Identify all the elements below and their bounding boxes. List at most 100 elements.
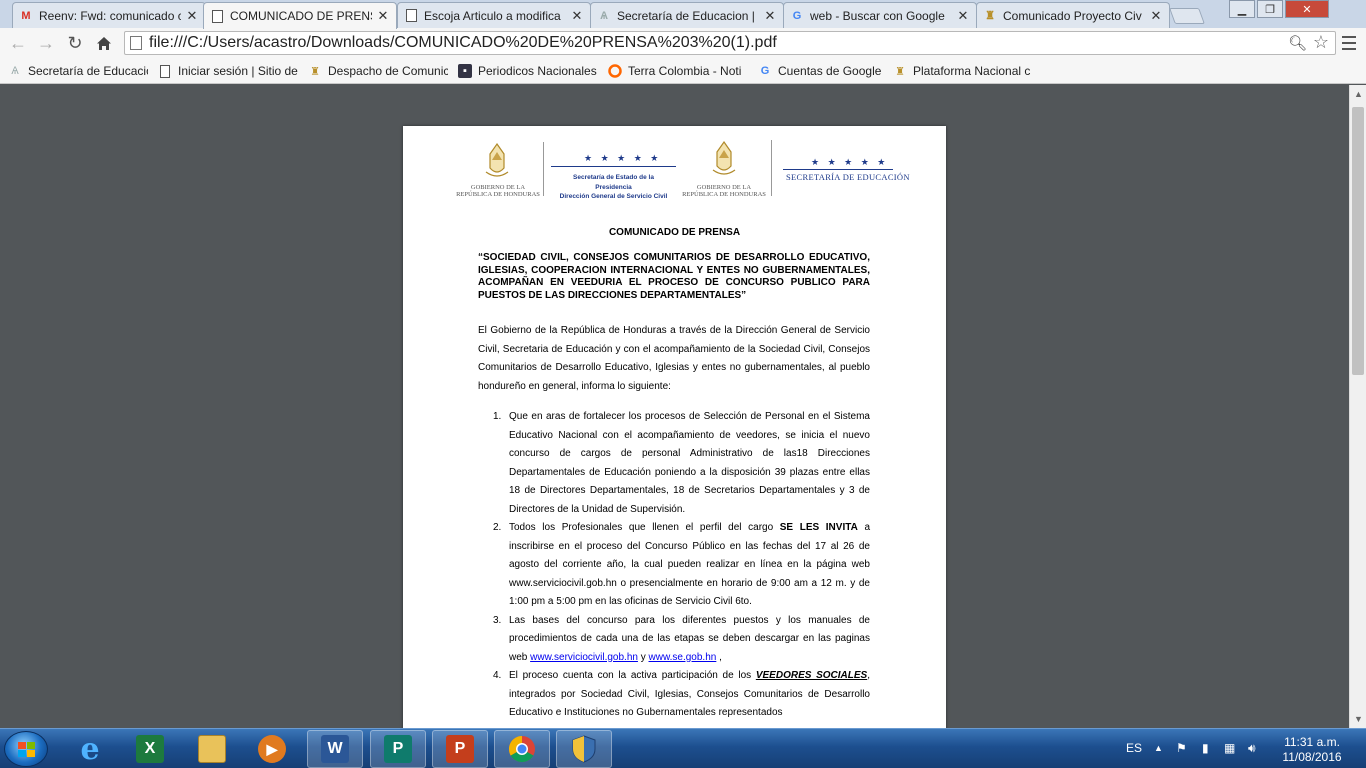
home-button[interactable] xyxy=(92,32,116,54)
taskbar-publisher[interactable]: P xyxy=(370,730,426,768)
list-text: , xyxy=(716,651,722,663)
taskbar-internet-explorer[interactable]: e xyxy=(62,730,118,768)
close-window-button[interactable]: ✕ xyxy=(1285,0,1329,18)
tab-label: web - Buscar con Google xyxy=(810,8,945,23)
bookmark-label: Secretaría de Educacio xyxy=(28,64,148,78)
volume-icon[interactable]: 🔊︎ xyxy=(1248,741,1256,756)
network-icon[interactable]: ▦ xyxy=(1224,741,1235,755)
list-item: 4. El proceso cuenta con la activa parti… xyxy=(478,667,870,723)
close-icon[interactable]: ✕ xyxy=(763,8,777,24)
news-icon: ▪ xyxy=(458,64,472,78)
taskbar-word[interactable]: W xyxy=(307,730,363,768)
battery-icon[interactable]: ▮ xyxy=(1202,741,1209,755)
tab-label: COMUNICADO DE PRENS xyxy=(230,9,372,23)
action-center-icon[interactable]: ⚑ xyxy=(1176,741,1187,755)
forward-button[interactable]: → xyxy=(34,32,58,54)
minimize-button[interactable]: ▁ xyxy=(1229,0,1255,18)
bookmark-label: Cuentas de Google xyxy=(778,64,882,78)
tab-gmail[interactable]: M Reenv: Fwd: comunicado c ✕ xyxy=(12,2,206,28)
internet-explorer-icon: e xyxy=(80,731,100,767)
back-button[interactable]: ← xyxy=(6,32,30,54)
tab-secretaria[interactable]: Ѧ Secretaría de Educacion | I ✕ xyxy=(590,2,784,28)
gov-right-line: REPÚBLICA DE HONDURAS xyxy=(682,191,766,198)
list-text: Todos los Profesionales que llenen el pe… xyxy=(509,522,780,533)
taskbar-security[interactable] xyxy=(556,730,612,768)
new-tab-button[interactable] xyxy=(1169,8,1205,24)
tab-comunicado[interactable]: COMUNICADO DE PRENS ✕ xyxy=(203,2,397,29)
bookmark-periodicos[interactable]: ▪ Periodicos Nacionales xyxy=(458,62,598,80)
show-hidden-icons-icon[interactable]: ▲ xyxy=(1154,743,1163,753)
clock[interactable]: 11:31 a.m. 11/08/2016 xyxy=(1270,735,1354,765)
page-icon xyxy=(130,36,142,50)
list-item: 3. Las bases del concurso para los difer… xyxy=(478,612,870,668)
zoom-icon[interactable]: 🔍︎ xyxy=(1288,34,1307,52)
close-icon[interactable]: ✕ xyxy=(376,8,390,24)
language-indicator[interactable]: ES xyxy=(1126,741,1142,755)
chrome-menu-button[interactable] xyxy=(1340,34,1358,52)
back-arrow-icon: ← xyxy=(9,32,27,53)
bookmark-label: Terra Colombia - Noti xyxy=(628,64,742,78)
header-divider xyxy=(771,140,772,196)
scroll-up-icon[interactable]: ▲ xyxy=(1354,89,1363,99)
address-bar[interactable]: file:///C:/Users/acastro/Downloads/COMUN… xyxy=(124,31,1336,55)
chrome-icon xyxy=(508,735,535,763)
google-icon: G xyxy=(792,9,802,22)
secretaria-educacion-label: SECRETARÍA DE EDUCACIÓN xyxy=(786,172,910,182)
list-number: 4. xyxy=(493,670,502,681)
tab-google-search[interactable]: G web - Buscar con Google ✕ xyxy=(783,2,977,28)
taskbar-excel[interactable]: X xyxy=(122,730,178,768)
close-icon: ✕ xyxy=(1302,3,1312,16)
list-emphasis: VEEDORES SOCIALES xyxy=(755,670,868,681)
tab-comunicado-proyecto[interactable]: ♜ Comunicado Proyecto Civ ✕ xyxy=(976,2,1170,28)
vertical-scrollbar[interactable]: ▲ ▼ xyxy=(1349,85,1366,728)
bookmark-cuentas-google[interactable]: G Cuentas de Google xyxy=(758,62,898,80)
bookmark-despacho[interactable]: ♜ Despacho de Comunic xyxy=(308,62,448,80)
sec-line: Presidencia xyxy=(595,183,632,191)
taskbar-chrome[interactable] xyxy=(494,730,550,768)
close-icon[interactable]: ✕ xyxy=(956,8,970,24)
tab-escoja[interactable]: Escoja Articulo a modifica ✕ xyxy=(397,2,591,28)
bookmark-secretaria[interactable]: Ѧ Secretaría de Educacio xyxy=(8,62,148,80)
taskbar-powerpoint[interactable]: P xyxy=(432,730,488,768)
gov-right-line: GOBIERNO DE LA xyxy=(696,184,752,191)
close-icon[interactable]: ✕ xyxy=(1149,8,1163,24)
tab-label: Escoja Articulo a modifica xyxy=(424,8,561,23)
publisher-icon: P xyxy=(384,735,412,763)
list-number: 3. xyxy=(493,614,502,626)
taskbar-file-explorer[interactable] xyxy=(184,730,240,768)
start-button[interactable] xyxy=(4,731,48,767)
link-se[interactable]: www.se.gob.hn xyxy=(649,652,717,663)
powerpoint-icon: P xyxy=(446,735,474,763)
bookmark-terra[interactable]: Terra Colombia - Noti xyxy=(608,62,748,80)
bookmark-label: Despacho de Comunic xyxy=(328,64,448,78)
close-icon[interactable]: ✕ xyxy=(185,8,199,24)
tab-label: Secretaría de Educacion | I xyxy=(617,8,759,23)
scrollbar-thumb[interactable] xyxy=(1352,107,1364,375)
document-subtitle: “SOCIEDAD CIVIL, CONSEJOS COMUNITARIOS D… xyxy=(478,252,870,301)
windows-taskbar: e X ▶ W P P ES ▲ ⚑ ▮ ▦ 🔊︎ 11:31 a.m. 11/… xyxy=(0,728,1366,768)
taskbar-media-player[interactable]: ▶ xyxy=(244,730,300,768)
windows-logo-icon xyxy=(18,742,36,758)
link-serviciocivil[interactable]: www.serviciocivil.gob.hn xyxy=(530,652,638,663)
stars-icon: ★ ★ ★ ★ ★ xyxy=(811,157,889,167)
bookmark-iniciar-sesion[interactable]: Iniciar sesión | Sitio de xyxy=(158,62,298,80)
bookmark-label: Iniciar sesión | Sitio de xyxy=(178,64,298,78)
page-icon xyxy=(158,64,172,78)
reload-button[interactable]: ↻ xyxy=(63,32,87,54)
scroll-down-icon[interactable]: ▼ xyxy=(1354,714,1363,724)
clock-date: 11/08/2016 xyxy=(1282,750,1342,764)
document-icon xyxy=(210,9,224,23)
numbered-list: 1. Que en aras de fortalecer los proceso… xyxy=(478,408,870,723)
crest-icon: ♜ xyxy=(310,65,320,78)
close-icon[interactable]: ✕ xyxy=(570,8,584,24)
pdf-viewer[interactable]: GOBIERNO DE LA REPÚBLICA DE HONDURAS ★ ★ … xyxy=(0,85,1349,728)
stars-icon: ★ ★ ★ ★ ★ xyxy=(584,153,662,163)
bookmark-plataforma[interactable]: ♜ Plataforma Nacional c xyxy=(893,62,1033,80)
minimize-icon: ▁ xyxy=(1237,3,1247,16)
reload-icon: ↻ xyxy=(67,32,83,53)
restore-button[interactable]: ❐ xyxy=(1257,0,1283,18)
header-divider xyxy=(543,142,544,196)
url-text: file:///C:/Users/acastro/Downloads/COMUN… xyxy=(149,34,777,51)
pdf-page: GOBIERNO DE LA REPÚBLICA DE HONDURAS ★ ★ … xyxy=(403,126,946,728)
bookmark-star-icon[interactable]: ☆ xyxy=(1313,32,1329,53)
